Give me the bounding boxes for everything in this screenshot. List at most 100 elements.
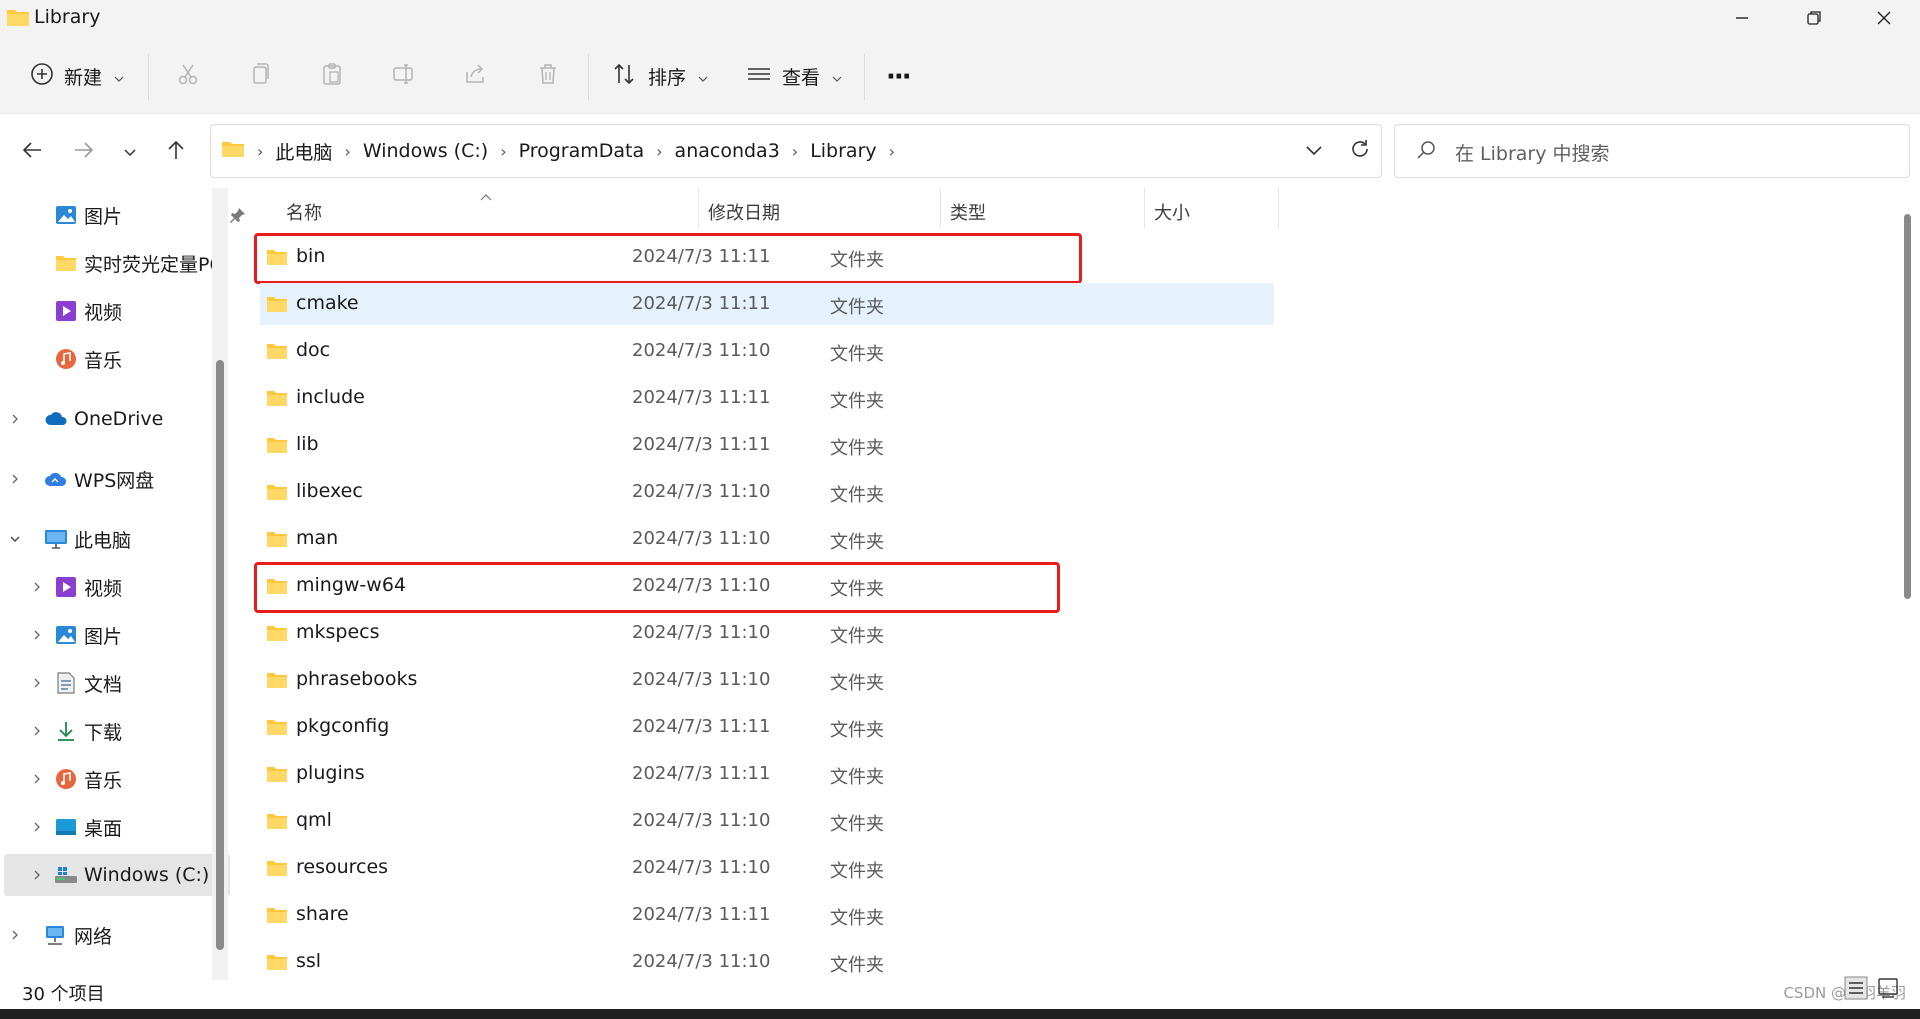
file-row-qml[interactable]: qml 2024/7/3 11:10 文件夹 xyxy=(260,800,1274,842)
chevron-right-icon[interactable] xyxy=(26,773,48,785)
delete-button[interactable] xyxy=(536,40,560,113)
new-button[interactable]: 新建 xyxy=(30,40,124,113)
column-header-label: 大小 xyxy=(1154,203,1190,224)
file-row-resources[interactable]: resources 2024/7/3 11:10 文件夹 xyxy=(260,847,1274,889)
sidebar-item-label: 音乐 xyxy=(84,769,123,792)
sidebar-item-music[interactable]: 音乐 xyxy=(4,758,230,800)
sidebar-item-desktop[interactable]: 桌面 xyxy=(4,806,230,848)
breadcrumb-item[interactable]: Library xyxy=(804,140,882,162)
more-icon: ··· xyxy=(886,61,912,92)
file-row-cmake[interactable]: cmake 2024/7/3 11:11 文件夹 xyxy=(260,283,1274,325)
recent-locations-button[interactable] xyxy=(110,132,150,172)
chevron-down-icon xyxy=(114,66,124,88)
rename-button[interactable] xyxy=(392,40,416,113)
close-button[interactable] xyxy=(1848,0,1920,40)
file-row-plugins[interactable]: plugins 2024/7/3 11:11 文件夹 xyxy=(260,753,1274,795)
sidebar-item-wps-cloud[interactable]: WPS网盘 xyxy=(4,458,208,500)
column-header-size[interactable]: 大小 xyxy=(1154,192,1190,232)
file-modified-date: 2024/7/3 11:10 xyxy=(632,669,771,690)
file-row-mkspecs[interactable]: mkspecs 2024/7/3 11:10 文件夹 xyxy=(260,612,1274,654)
sidebar-item-network[interactable]: 网络 xyxy=(4,914,208,956)
column-header-date[interactable]: 修改日期 xyxy=(708,192,780,232)
file-list: 名称 修改日期 类型 大小 bin 2024/7/3 11:11 文件夹 cmake 2… xyxy=(236,188,1896,980)
cut-button[interactable] xyxy=(176,40,200,113)
view-button[interactable]: 查看 xyxy=(746,40,842,113)
file-row-doc[interactable]: doc 2024/7/3 11:10 文件夹 xyxy=(260,330,1274,372)
sidebar-item-documents[interactable]: 文档 xyxy=(4,662,230,704)
breadcrumb-chevron-icon[interactable]: › xyxy=(883,142,901,161)
restore-button[interactable] xyxy=(1778,0,1850,40)
file-row-man[interactable]: man 2024/7/3 11:10 文件夹 xyxy=(260,518,1274,560)
file-row-pkgconfig[interactable]: pkgconfig 2024/7/3 11:11 文件夹 xyxy=(260,706,1274,748)
chevron-right-icon[interactable] xyxy=(26,869,48,881)
sidebar-item-pictures[interactable]: 图片 xyxy=(4,614,230,656)
column-divider[interactable] xyxy=(940,188,941,228)
search-input[interactable]: 在 Library 中搜索 xyxy=(1455,139,1610,166)
file-name: qml xyxy=(296,809,332,831)
chevron-right-icon[interactable] xyxy=(26,821,48,833)
file-row-include[interactable]: include 2024/7/3 11:11 文件夹 xyxy=(260,377,1274,419)
file-row-phrasebooks[interactable]: phrasebooks 2024/7/3 11:10 文件夹 xyxy=(260,659,1274,701)
address-history-button[interactable] xyxy=(1305,142,1323,161)
sidebar-item-videos[interactable]: 视频 xyxy=(4,566,230,608)
breadcrumb-chevron-icon[interactable]: › xyxy=(786,142,804,161)
details-view-button[interactable] xyxy=(1844,976,1868,1004)
sidebar-item-label: 桌面 xyxy=(84,817,123,840)
search-box[interactable]: 在 Library 中搜索 xyxy=(1394,124,1910,178)
chevron-right-icon[interactable] xyxy=(26,629,48,641)
address-bar[interactable]: › 此电脑 › Windows (C:) › ProgramData › ana… xyxy=(210,124,1382,178)
file-type: 文件夹 xyxy=(830,532,884,553)
chevron-right-icon[interactable] xyxy=(26,725,48,737)
file-row-ssl[interactable]: ssl 2024/7/3 11:10 文件夹 xyxy=(260,941,1274,983)
chevron-right-icon[interactable] xyxy=(4,929,26,941)
more-options-button[interactable]: ··· xyxy=(886,40,912,113)
sidebar-item-windows-c[interactable]: Windows (C:) xyxy=(4,854,230,896)
minimize-button[interactable] xyxy=(1706,0,1778,40)
refresh-icon[interactable] xyxy=(1349,138,1371,164)
breadcrumb-item[interactable]: Windows (C:) xyxy=(357,140,494,162)
up-button[interactable] xyxy=(156,132,196,172)
sidebar-item-this-pc[interactable]: 此电脑 xyxy=(4,518,208,560)
breadcrumb-chevron-icon[interactable]: › xyxy=(494,142,512,161)
music-icon xyxy=(54,347,78,371)
column-divider[interactable] xyxy=(1144,188,1145,228)
sidebar-item-onedrive[interactable]: OneDrive xyxy=(4,398,208,440)
file-row-lib[interactable]: lib 2024/7/3 11:11 文件夹 xyxy=(260,424,1274,466)
breadcrumb-item[interactable]: anaconda3 xyxy=(669,140,786,162)
column-header-name[interactable]: 名称 xyxy=(286,192,322,232)
clipboard-icon xyxy=(320,62,344,91)
share-button[interactable] xyxy=(464,40,488,113)
large-icons-view-button[interactable] xyxy=(1876,976,1900,1004)
column-header-type[interactable]: 类型 xyxy=(950,192,986,232)
column-divider[interactable] xyxy=(1278,188,1279,228)
arrow-up-icon xyxy=(165,139,187,165)
sidebar-item-downloads[interactable]: 下载 xyxy=(4,710,230,752)
copy-button[interactable] xyxy=(248,40,272,113)
file-row-libexec[interactable]: libexec 2024/7/3 11:10 文件夹 xyxy=(260,471,1274,513)
search-icon xyxy=(1415,139,1437,165)
sidebar-scrollbar-thumb[interactable] xyxy=(216,360,224,950)
breadcrumb-item[interactable]: 此电脑 xyxy=(269,138,338,165)
sidebar-item-label: 视频 xyxy=(84,301,123,324)
sort-button[interactable]: 排序 xyxy=(612,40,708,113)
folder-icon xyxy=(266,906,288,928)
chevron-down-icon[interactable] xyxy=(4,535,26,543)
breadcrumb-chevron-icon[interactable]: › xyxy=(338,142,356,161)
paste-button[interactable] xyxy=(320,40,344,113)
close-icon xyxy=(1876,10,1892,30)
folder-icon xyxy=(54,251,78,275)
breadcrumb-chevron-icon[interactable]: › xyxy=(650,142,668,161)
chevron-right-icon[interactable] xyxy=(26,581,48,593)
back-button[interactable] xyxy=(12,132,52,172)
forward-button[interactable] xyxy=(64,132,104,172)
file-row-share[interactable]: share 2024/7/3 11:11 文件夹 xyxy=(260,894,1274,936)
column-divider[interactable] xyxy=(698,188,699,228)
breadcrumb-item[interactable]: ProgramData xyxy=(513,140,651,162)
file-list-scrollbar-thumb[interactable] xyxy=(1904,214,1911,599)
chevron-right-icon[interactable] xyxy=(26,677,48,689)
chevron-right-icon[interactable] xyxy=(4,473,26,485)
new-label: 新建 xyxy=(64,67,103,89)
chevron-right-icon[interactable] xyxy=(4,413,26,425)
file-name: pkgconfig xyxy=(296,715,390,737)
sort-label: 排序 xyxy=(648,67,687,89)
